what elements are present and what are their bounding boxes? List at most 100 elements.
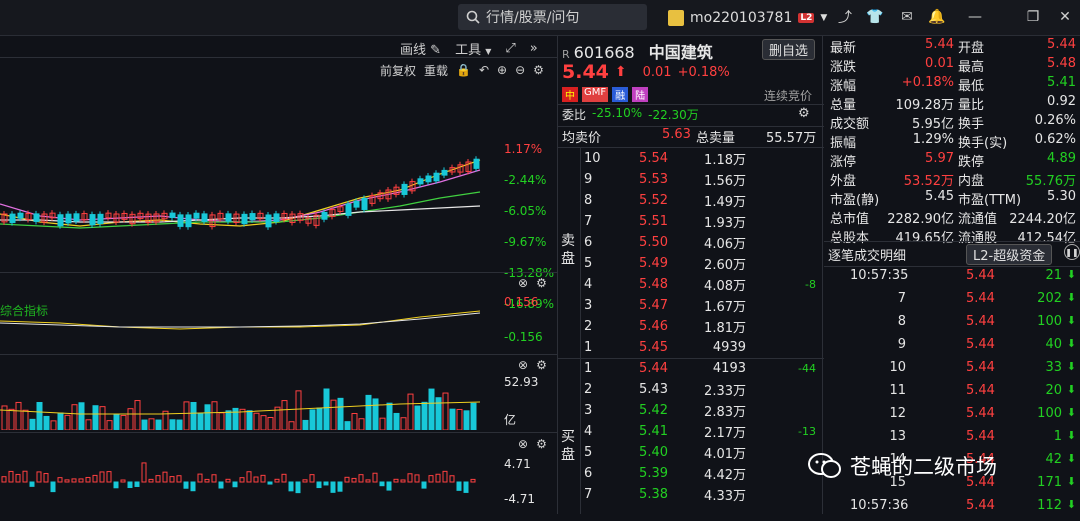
- bids-row[interactable]: 4 5.41 2.17万 -13: [558, 421, 824, 442]
- gear-icon[interactable]: ⚙: [536, 437, 547, 451]
- lock-icon[interactable]: 🔒: [456, 63, 471, 77]
- remove-watchlist-button[interactable]: 删自选: [762, 39, 816, 60]
- zoom-out-icon[interactable]: ⊖: [515, 63, 525, 77]
- adjust-button[interactable]: 前复权: [380, 62, 416, 79]
- macd-chart[interactable]: [0, 291, 500, 351]
- tools-button[interactable]: 工具 ▼: [455, 39, 491, 58]
- volume-bar: [43, 415, 50, 430]
- asks-row[interactable]: 6 5.50 4.06万: [558, 232, 824, 253]
- kline-chart[interactable]: [0, 94, 500, 274]
- super-fund-button[interactable]: L2-超级资金: [966, 244, 1053, 265]
- asks-row[interactable]: 2 5.46 1.81万: [558, 316, 824, 337]
- user-menu[interactable]: mo220103781 L2 ▼: [668, 6, 827, 30]
- indicator-bar: [456, 481, 462, 491]
- trade-price: 5.44: [966, 498, 995, 513]
- chevron-right-icon[interactable]: »: [530, 41, 538, 56]
- stat-label: 涨幅: [830, 79, 857, 94]
- close-icon[interactable]: ⊗: [518, 437, 528, 451]
- asks-volume: 1.67万: [704, 300, 746, 315]
- kline-axis-label: -6.05%: [504, 204, 547, 218]
- indicator-bar: [351, 477, 357, 483]
- asks-row[interactable]: 4 5.48 4.08万 -8: [558, 274, 824, 295]
- volume-bar: [106, 420, 113, 430]
- zoom-in-icon[interactable]: ⊕: [497, 63, 507, 77]
- stat-label: 开盘: [958, 41, 985, 56]
- arrow-up-icon: ⬆: [614, 64, 627, 80]
- draw-line-button[interactable]: 画线 ✎: [400, 39, 441, 58]
- asks-row[interactable]: 5 5.49 2.60万: [558, 253, 824, 274]
- indicator-chart[interactable]: [0, 454, 500, 510]
- arrow-down-icon: ⬇: [1066, 314, 1076, 327]
- minimize-icon[interactable]: —: [966, 8, 984, 26]
- bids-row[interactable]: 3 5.42 2.83万: [558, 400, 824, 421]
- bids-row[interactable]: 7 5.38 4.33万: [558, 484, 824, 505]
- close-icon[interactable]: ⊗: [518, 358, 528, 372]
- indicator-bar: [120, 479, 126, 483]
- trade-volume: 21: [1045, 268, 1062, 283]
- volume-bar: [421, 401, 428, 430]
- gear-icon[interactable]: ⚙: [798, 106, 810, 121]
- trade-price: 5.44: [966, 429, 995, 444]
- asks-row[interactable]: 10 5.54 1.18万: [558, 148, 824, 169]
- bids-change: -44: [798, 362, 816, 375]
- gear-icon[interactable]: ⚙: [536, 276, 547, 290]
- volume-bar: [57, 412, 64, 430]
- volume-bar: [358, 418, 365, 430]
- bids-level: 7: [584, 487, 593, 502]
- stat-row: 涨幅 +0.18% 最低 5.41: [824, 75, 1080, 94]
- margin-tag: 融: [612, 87, 629, 102]
- bids-row[interactable]: 1 5.44 4193 -44: [558, 358, 824, 379]
- candle: [185, 214, 192, 228]
- trade-row: 12 5.44 100 ⬇: [824, 406, 1080, 429]
- asks-price: 5.48: [639, 277, 668, 292]
- bell-icon[interactable]: 🔔: [928, 8, 946, 26]
- gear-icon[interactable]: ⚙: [536, 358, 547, 372]
- candle: [33, 213, 40, 222]
- asks-volume: 1.56万: [704, 174, 746, 189]
- avg-sell-value: 5.63: [662, 127, 691, 142]
- fullscreen-icon[interactable]: ⤢: [505, 41, 515, 56]
- reset-button[interactable]: 重载: [424, 62, 448, 79]
- asks-level: 9: [584, 172, 593, 187]
- shirt-icon[interactable]: 👕: [866, 8, 884, 26]
- volume-chart[interactable]: [0, 374, 500, 430]
- close-icon[interactable]: ✕: [1056, 8, 1074, 26]
- restore-icon[interactable]: ❐: [1024, 8, 1042, 26]
- bids-row[interactable]: 5 5.40 4.01万: [558, 442, 824, 463]
- stock-tags: 中 GMF 融 陆: [562, 87, 649, 102]
- volume-bar: [442, 392, 449, 430]
- volume-bar: [29, 418, 36, 430]
- asks-row[interactable]: 3 5.47 1.67万: [558, 295, 824, 316]
- mail-icon[interactable]: ✉: [898, 8, 916, 26]
- volume-bar: [22, 409, 29, 430]
- candle: [65, 213, 72, 224]
- indicator-controls: ⊗ ⚙: [518, 437, 547, 451]
- candle: [57, 214, 64, 227]
- asks-volume: 1.18万: [704, 153, 746, 168]
- asks-row[interactable]: 1 5.45 4939: [558, 337, 824, 358]
- asks-volume: 4.08万: [704, 279, 746, 294]
- asks-row[interactable]: 7 5.51 1.93万: [558, 211, 824, 232]
- search-icon: [466, 10, 480, 24]
- indicator-bar: [92, 474, 98, 483]
- asks-row[interactable]: 8 5.52 1.49万: [558, 190, 824, 211]
- stat-label: 外盘: [830, 174, 857, 189]
- macd-axis-bottom: -0.156: [504, 330, 543, 344]
- asks-row[interactable]: 9 5.53 1.56万: [558, 169, 824, 190]
- search-box[interactable]: 行情/股票/问句: [458, 4, 647, 30]
- indicator-bar: [288, 481, 294, 492]
- chart-subtoolbar: 前复权 重载 🔒 ↶ ⊕ ⊖ ⚙: [380, 58, 544, 82]
- macd-axis-top: 0.156: [504, 295, 539, 309]
- close-icon[interactable]: ⊗: [518, 276, 528, 290]
- pause-icon[interactable]: ❚❚: [1064, 244, 1080, 260]
- link-icon[interactable]: ⤴: [836, 8, 854, 26]
- gear-icon[interactable]: ⚙: [533, 63, 544, 77]
- l2-badge: L2: [798, 13, 815, 23]
- total-sell-label: 总卖量: [696, 131, 736, 146]
- trade-volume: 100: [1037, 314, 1062, 329]
- bids-row[interactable]: 2 5.43 2.33万: [558, 379, 824, 400]
- stat-row: 总市值 2282.90亿 流通值 2244.20亿: [824, 208, 1080, 227]
- bids-row[interactable]: 6 5.39 4.42万: [558, 463, 824, 484]
- trade-price: 5.44: [966, 291, 995, 306]
- undo-icon[interactable]: ↶: [479, 63, 489, 77]
